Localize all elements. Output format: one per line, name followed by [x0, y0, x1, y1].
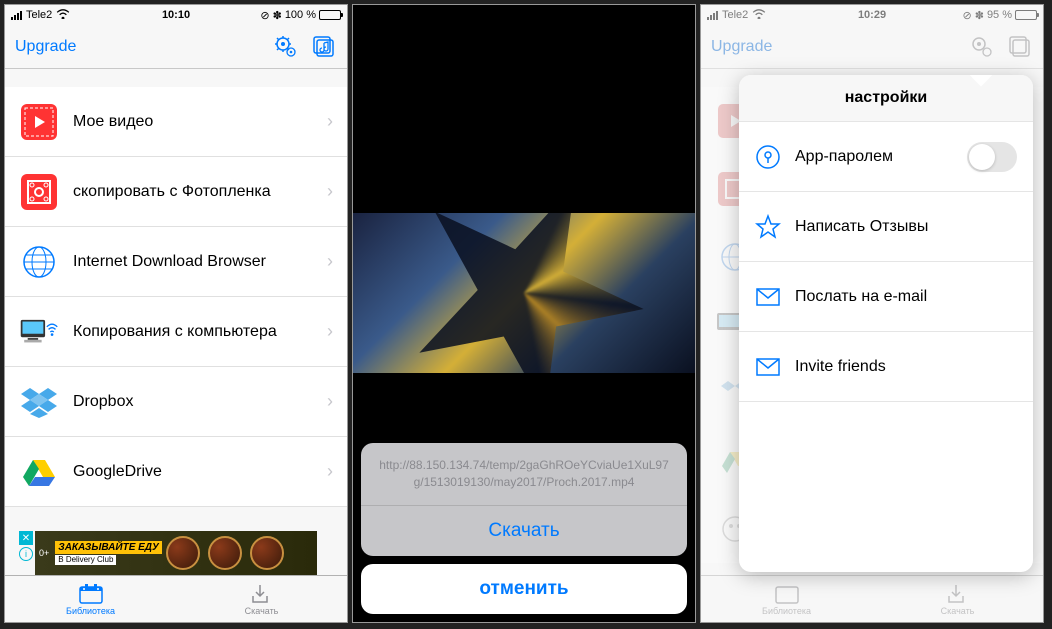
settings-popover: настройки App-паролем Написать Отзывы По… — [739, 75, 1033, 572]
row-internet-browser[interactable]: Internet Download Browser › — [5, 227, 347, 297]
popover-label: Послать на e-mail — [795, 288, 1017, 306]
rotation-lock-icon: ⊘ — [260, 9, 269, 22]
google-drive-icon — [19, 452, 59, 492]
upgrade-button[interactable]: Upgrade — [15, 38, 273, 56]
music-library-icon[interactable] — [1007, 34, 1033, 60]
tab-bar: Библиотека Скачать — [5, 575, 347, 622]
status-bar: Tele2 10:10 ⊘ ✽ 100 % — [5, 5, 347, 25]
globe-icon — [19, 242, 59, 282]
phone-screen-library: Tele2 10:10 ⊘ ✽ 100 % Upgrade Мое видео — [4, 4, 348, 623]
row-camera-roll[interactable]: скопировать с Фотопленка › — [5, 157, 347, 227]
popover-title: настройки — [739, 75, 1033, 122]
ad-line1: ЗАКАЗЫВАЙТЕ ЕДУ — [55, 541, 162, 554]
row-label: Dropbox — [73, 393, 327, 411]
popover-label: Invite friends — [795, 358, 1017, 376]
chevron-right-icon: › — [327, 251, 333, 272]
music-library-icon[interactable] — [311, 34, 337, 60]
wifi-icon — [56, 9, 70, 22]
ad-close-icon[interactable]: ✕ — [19, 531, 33, 545]
row-label: Мое видео — [73, 113, 327, 131]
tab-download[interactable]: Скачать — [872, 576, 1043, 622]
tab-label: Скачать — [941, 606, 975, 616]
phone-screen-settings: Tele2 10:29 ⊘ ✽ 95 % Upgrade — [700, 4, 1044, 623]
status-bar: Tele2 10:29 ⊘ ✽ 95 % — [701, 5, 1043, 25]
upgrade-button[interactable]: Upgrade — [711, 38, 969, 56]
ad-line2: В Delivery Club — [55, 555, 116, 566]
tab-label: Скачать — [245, 606, 279, 616]
tab-download[interactable]: Скачать — [176, 576, 347, 622]
signal-icon — [11, 11, 22, 20]
camera-copy-icon — [19, 172, 59, 212]
bluetooth-icon: ✽ — [975, 9, 984, 22]
video-icon — [19, 102, 59, 142]
popover-label: App-паролем — [795, 148, 953, 166]
battery-text: 95 % — [987, 9, 1012, 21]
tab-label: Библиотека — [66, 606, 115, 616]
header-bar: Upgrade — [5, 25, 347, 69]
popover-label: Написать Отзывы — [795, 218, 1017, 236]
chevron-right-icon: › — [327, 321, 333, 342]
mail-icon — [755, 284, 781, 310]
popover-row-invite[interactable]: Invite friends — [739, 332, 1033, 402]
download-button[interactable]: Скачать — [361, 506, 687, 556]
row-dropbox[interactable]: Dropbox › — [5, 367, 347, 437]
popover-row-review[interactable]: Написать Отзывы — [739, 192, 1033, 262]
tab-bar: Библиотека Скачать — [701, 575, 1043, 622]
download-tab-icon — [945, 583, 971, 605]
row-google-drive[interactable]: GoogleDrive › — [5, 437, 347, 507]
ad-pizza-image — [166, 536, 200, 570]
settings-gear-icon[interactable] — [273, 34, 299, 60]
header-bar: Upgrade — [701, 25, 1043, 69]
download-url-text: http://88.150.134.74/temp/2gaGhROeYCviaU… — [361, 443, 687, 506]
action-sheet: http://88.150.134.74/temp/2gaGhROeYCviaU… — [361, 443, 687, 614]
computer-wifi-icon — [19, 312, 59, 352]
ad-pizza-image — [250, 536, 284, 570]
signal-icon — [707, 11, 718, 20]
popover-row-email[interactable]: Послать на e-mail — [739, 262, 1033, 332]
source-list: Мое видео › скопировать с Фотопленка › I… — [5, 87, 347, 507]
chevron-right-icon: › — [327, 461, 333, 482]
clock: 10:10 — [162, 9, 190, 21]
row-label: Копирования с компьютера — [73, 323, 327, 341]
ad-age-badge: 0+ — [39, 548, 49, 558]
library-tab-icon — [78, 583, 104, 605]
clock: 10:29 — [858, 9, 886, 21]
library-tab-icon — [774, 583, 800, 605]
ad-banner[interactable]: ✕ i 0+ ЗАКАЗЫВАЙТЕ ЕДУ В Delivery Club — [35, 531, 317, 575]
video-frame[interactable] — [353, 5, 695, 381]
row-label: GoogleDrive — [73, 463, 327, 481]
chevron-right-icon: › — [327, 181, 333, 202]
carrier-label: Tele2 — [722, 9, 748, 21]
download-tab-icon — [249, 583, 275, 605]
toggle-switch[interactable] — [967, 142, 1017, 172]
star-icon — [755, 214, 781, 240]
rotation-lock-icon: ⊘ — [963, 9, 972, 22]
chevron-right-icon: › — [327, 111, 333, 132]
battery-text: 100 % — [285, 9, 316, 21]
lock-icon — [755, 144, 781, 170]
bluetooth-icon: ✽ — [273, 9, 282, 22]
ad-info-icon[interactable]: i — [19, 547, 33, 561]
wifi-icon — [752, 9, 766, 22]
tab-library[interactable]: Библиотека — [701, 576, 872, 622]
ad-pizza-image — [208, 536, 242, 570]
carrier-label: Tele2 — [26, 9, 52, 21]
battery-icon — [319, 10, 341, 20]
settings-gear-icon[interactable] — [969, 34, 995, 60]
tab-label: Библиотека — [762, 606, 811, 616]
chevron-right-icon: › — [327, 391, 333, 412]
video-thumbnail — [353, 213, 695, 373]
row-computer-copy[interactable]: Копирования с компьютера › — [5, 297, 347, 367]
dropbox-icon — [19, 382, 59, 422]
row-label: Internet Download Browser — [73, 253, 327, 271]
phone-screen-video: http://88.150.134.74/temp/2gaGhROeYCviaU… — [352, 4, 696, 623]
row-my-video[interactable]: Мое видео › — [5, 87, 347, 157]
tab-library[interactable]: Библиотека — [5, 576, 176, 622]
row-label: скопировать с Фотопленка — [73, 183, 327, 201]
cancel-button[interactable]: отменить — [361, 564, 687, 614]
popover-row-app-password[interactable]: App-паролем — [739, 122, 1033, 192]
mail-icon — [755, 354, 781, 380]
battery-icon — [1015, 10, 1037, 20]
